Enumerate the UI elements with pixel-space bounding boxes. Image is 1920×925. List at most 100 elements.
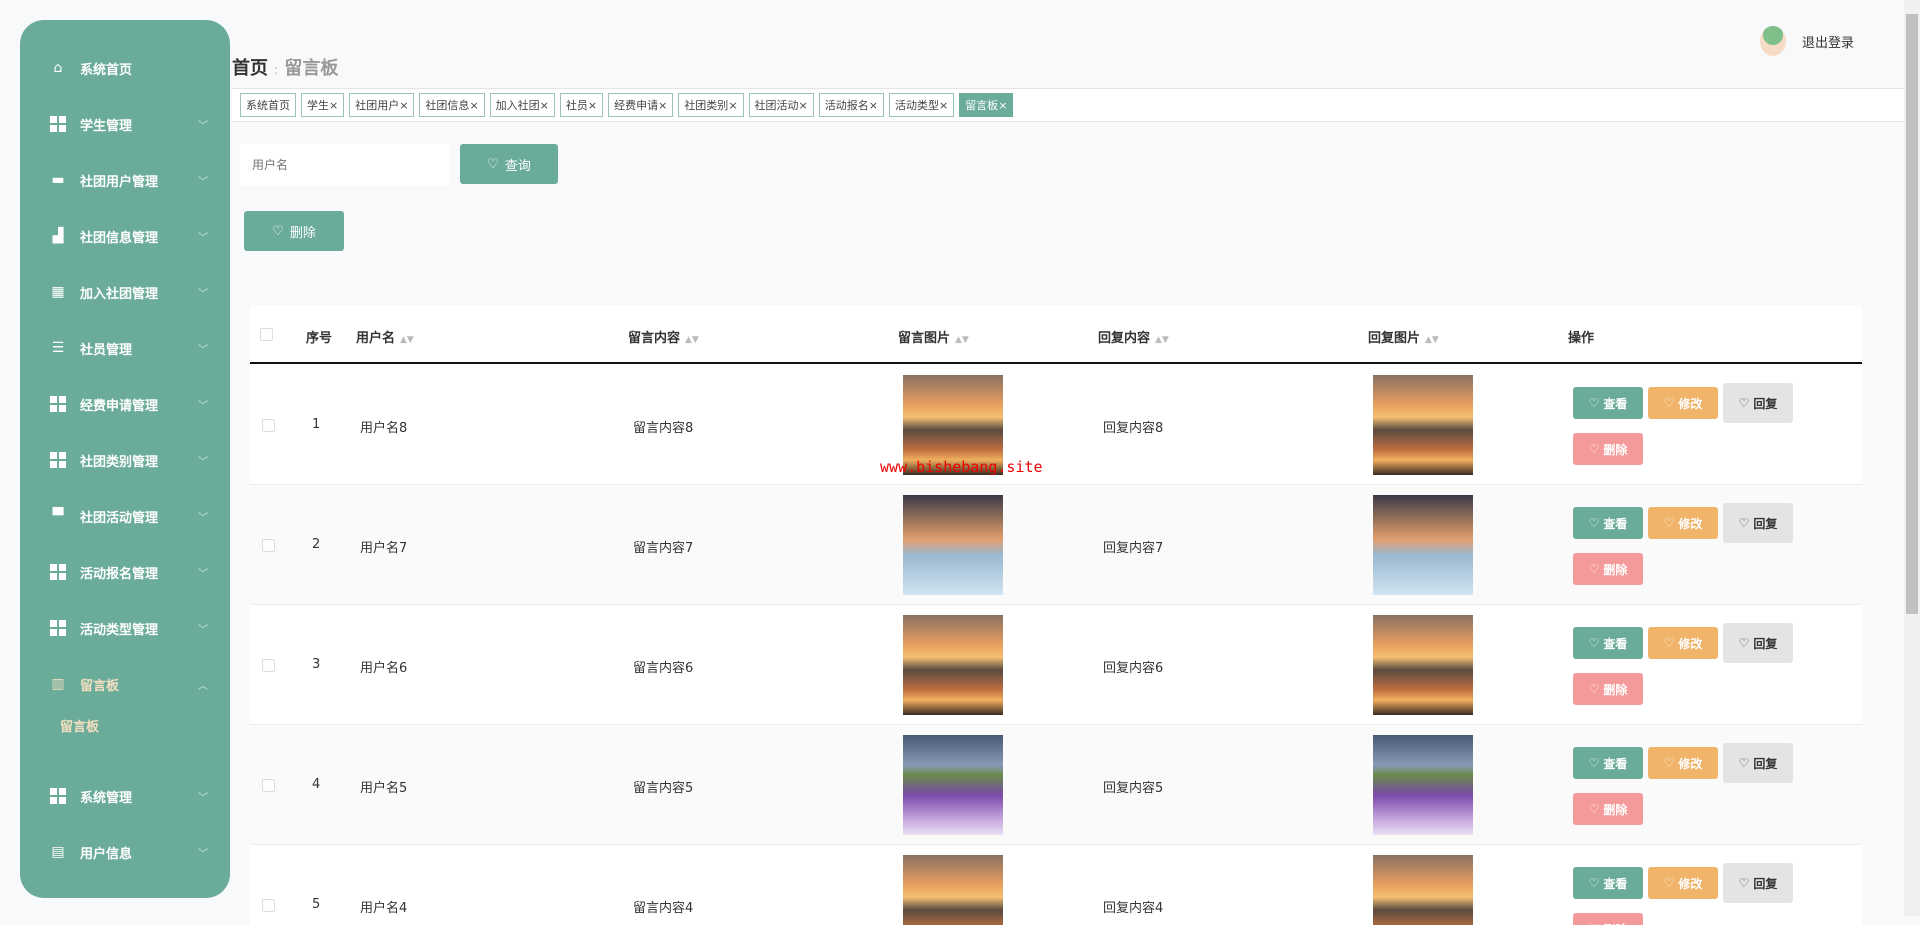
scrollbar[interactable] [1904,0,1920,916]
tag-label: 社团活动 [754,99,799,112]
message-image[interactable] [903,735,1003,835]
close-icon[interactable]: × [399,99,408,112]
sidebar-item-2[interactable]: ▬ 社团用户管理 ﹀ [20,160,230,200]
close-icon[interactable]: × [728,99,737,112]
heart-icon: ♡ [1663,516,1675,530]
breadcrumb-current: 留言板 [284,58,339,79]
tab-tag[interactable]: 社员 × [559,93,604,117]
close-icon[interactable]: × [329,99,338,112]
message-table: 序号 用户名 ▲▼ 留言内容 ▲▼ 留言图片 ▲▼ 回复内容 ▲▼ 回复图片 ▲▼ 操作 … [250,305,1862,925]
sidebar-item-13[interactable]: ▤ 用户信息 ﹀ [20,832,230,872]
tab-tag[interactable]: 留言板 × [959,93,1014,117]
reply-button[interactable]: ♡ 回复 [1723,623,1793,663]
query-button[interactable]: ♡ 查询 [460,144,558,184]
tab-tag[interactable]: 社团信息 × [419,93,485,117]
header-reply[interactable]: 回复内容 ▲▼ [1098,327,1169,346]
tab-tag[interactable]: 活动报名 × [818,93,884,117]
sidebar-item-3[interactable]: ▟ 社团信息管理 ﹀ [20,216,230,256]
view-button[interactable]: ♡ 查看 [1573,627,1643,659]
close-icon[interactable]: × [869,99,878,112]
sort-icon: ▲▼ [685,335,699,345]
tab-tag[interactable]: 社团活动 × [748,93,814,117]
row-delete-button[interactable]: ♡删除 [1573,913,1643,925]
sidebar-item-label: 加入社团管理 [80,286,159,302]
view-button[interactable]: ♡ 查看 [1573,747,1643,779]
logout-area[interactable]: 退出登录 [1760,26,1854,56]
header-image[interactable]: 留言图片 ▲▼ [898,327,969,346]
row-reply: 回复内容8 [1103,421,1164,436]
row-delete-button[interactable]: ♡删除 [1573,673,1643,705]
message-image[interactable] [903,615,1003,715]
sidebar-item-1[interactable]: 学生管理 ﹀ [20,104,230,144]
username-search-input[interactable] [240,144,450,186]
close-icon[interactable]: × [998,99,1007,112]
message-image[interactable] [903,495,1003,595]
view-button[interactable]: ♡ 查看 [1573,507,1643,539]
reply-button[interactable]: ♡ 回复 [1723,503,1793,543]
edit-button[interactable]: ♡ 修改 [1648,867,1718,899]
reply-image[interactable] [1373,735,1473,835]
row-checkbox[interactable] [262,539,275,552]
row-delete-button[interactable]: ♡删除 [1573,433,1643,465]
close-icon[interactable]: × [939,99,948,112]
edit-button[interactable]: ♡ 修改 [1648,507,1718,539]
row-index: 1 [312,417,321,432]
sidebar-item-10[interactable]: 活动类型管理 ﹀ [20,608,230,648]
row-delete-button[interactable]: ♡删除 [1573,553,1643,585]
row-checkbox[interactable] [262,419,275,432]
row-delete-button[interactable]: ♡删除 [1573,793,1643,825]
header-reply-image[interactable]: 回复图片 ▲▼ [1368,327,1439,346]
sidebar-item-9[interactable]: 活动报名管理 ﹀ [20,552,230,592]
tab-tag[interactable]: 活动类型 × [888,93,955,117]
select-all-checkbox[interactable] [260,328,273,341]
breadcrumb-home[interactable]: 首页 [232,58,268,79]
reply-button[interactable]: ♡ 回复 [1723,863,1793,903]
message-image[interactable] [903,855,1003,925]
table-row: 3 用户名6 留言内容6 回复内容6 ♡ 查看 ♡ 修改 ♡ 回复 ♡ 删除 [250,605,1862,725]
sidebar-item-0[interactable]: ⌂ 系统首页 [20,48,230,88]
logout-button[interactable]: 退出登录 [1802,32,1854,51]
reply-image[interactable] [1373,615,1473,715]
sidebar-subitem-message-board[interactable]: 留言板 [60,716,99,735]
close-icon[interactable]: × [540,99,549,112]
view-button[interactable]: ♡ 查看 [1573,867,1643,899]
row-index: 5 [312,897,321,912]
edit-button[interactable]: ♡ 修改 [1648,387,1718,419]
sidebar-item-12[interactable]: 系统管理 ﹀ [20,776,230,816]
chevron-up-icon: ︿ [198,680,208,692]
header-username[interactable]: 用户名 ▲▼ [356,327,414,346]
sidebar-item-label: 活动报名管理 [80,566,159,582]
sidebar-item-label: 用户信息 [80,846,133,862]
tab-tag[interactable]: 经费申请 × [608,93,674,117]
close-icon[interactable]: × [469,99,478,112]
close-icon[interactable]: × [799,99,808,112]
row-checkbox[interactable] [262,779,275,792]
scrollbar-thumb[interactable] [1906,14,1918,614]
reply-button[interactable]: ♡ 回复 [1723,743,1793,783]
view-button[interactable]: ♡ 查看 [1573,387,1643,419]
sidebar-item-8[interactable]: ▀ 社团活动管理 ﹀ [20,496,230,536]
reply-button[interactable]: ♡ 回复 [1723,383,1793,423]
sidebar-item-6[interactable]: 经费申请管理 ﹀ [20,384,230,424]
sidebar-item-4[interactable]: ▦ 加入社团管理 ﹀ [20,272,230,312]
close-icon[interactable]: × [658,99,667,112]
tab-tag[interactable]: 社团用户 × [349,93,415,117]
edit-button[interactable]: ♡ 修改 [1648,627,1718,659]
reply-image[interactable] [1373,495,1473,595]
chart-icon: ▥ [51,676,65,692]
tab-tag[interactable]: 学生 × [301,93,345,117]
sidebar-item-7[interactable]: 社团类别管理 ﹀ [20,440,230,480]
reply-image[interactable] [1373,855,1473,925]
tab-tag[interactable]: 社团类别 × [678,93,744,117]
sidebar-item-5[interactable]: ☰ 社员管理 ﹀ [20,328,230,368]
tab-tag[interactable]: 加入社团 × [489,93,555,117]
sidebar-item-11[interactable]: ▥ 留言板 ︿ [20,664,230,704]
header-content[interactable]: 留言内容 ▲▼ [628,327,699,346]
edit-button[interactable]: ♡ 修改 [1648,747,1718,779]
row-checkbox[interactable] [262,899,275,912]
tab-tag[interactable]: 系统首页 [240,93,296,117]
close-icon[interactable]: × [588,99,597,112]
delete-button[interactable]: ♡ 删除 [244,211,344,251]
row-checkbox[interactable] [262,659,275,672]
reply-image[interactable] [1373,375,1473,475]
